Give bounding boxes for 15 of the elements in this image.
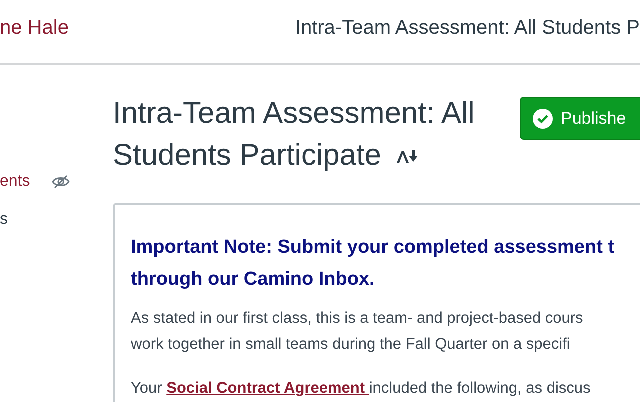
important-note: Important Note: Submit your completed assessment t [131,236,616,260]
page-heading: Intra-Team Assessment: All [113,96,475,132]
published-button[interactable]: Publishe [520,97,640,140]
paragraph-text: As stated in our first class, this is a team- and project-based cours [131,309,584,329]
check-circle-icon [533,108,553,128]
sidebar-item[interactable]: s [0,211,8,229]
paragraph-text: Your Social Contract Agreement included the following, as discus [131,379,592,399]
breadcrumb-title: Intra-Team Assessment: All Students P [295,17,640,41]
paragraph-text: work together in small teams during the Fall Quarter on a specifi [131,335,572,355]
social-contract-link[interactable]: Social Contract Agreement [166,380,370,397]
text-direction-icon[interactable] [396,148,420,164]
important-note: through our Camino Inbox. [131,268,376,292]
page-heading: Students Participate [113,138,382,174]
sidebar-item[interactable]: ents [0,173,30,191]
course-name-link[interactable]: ne Hale [0,17,296,46]
